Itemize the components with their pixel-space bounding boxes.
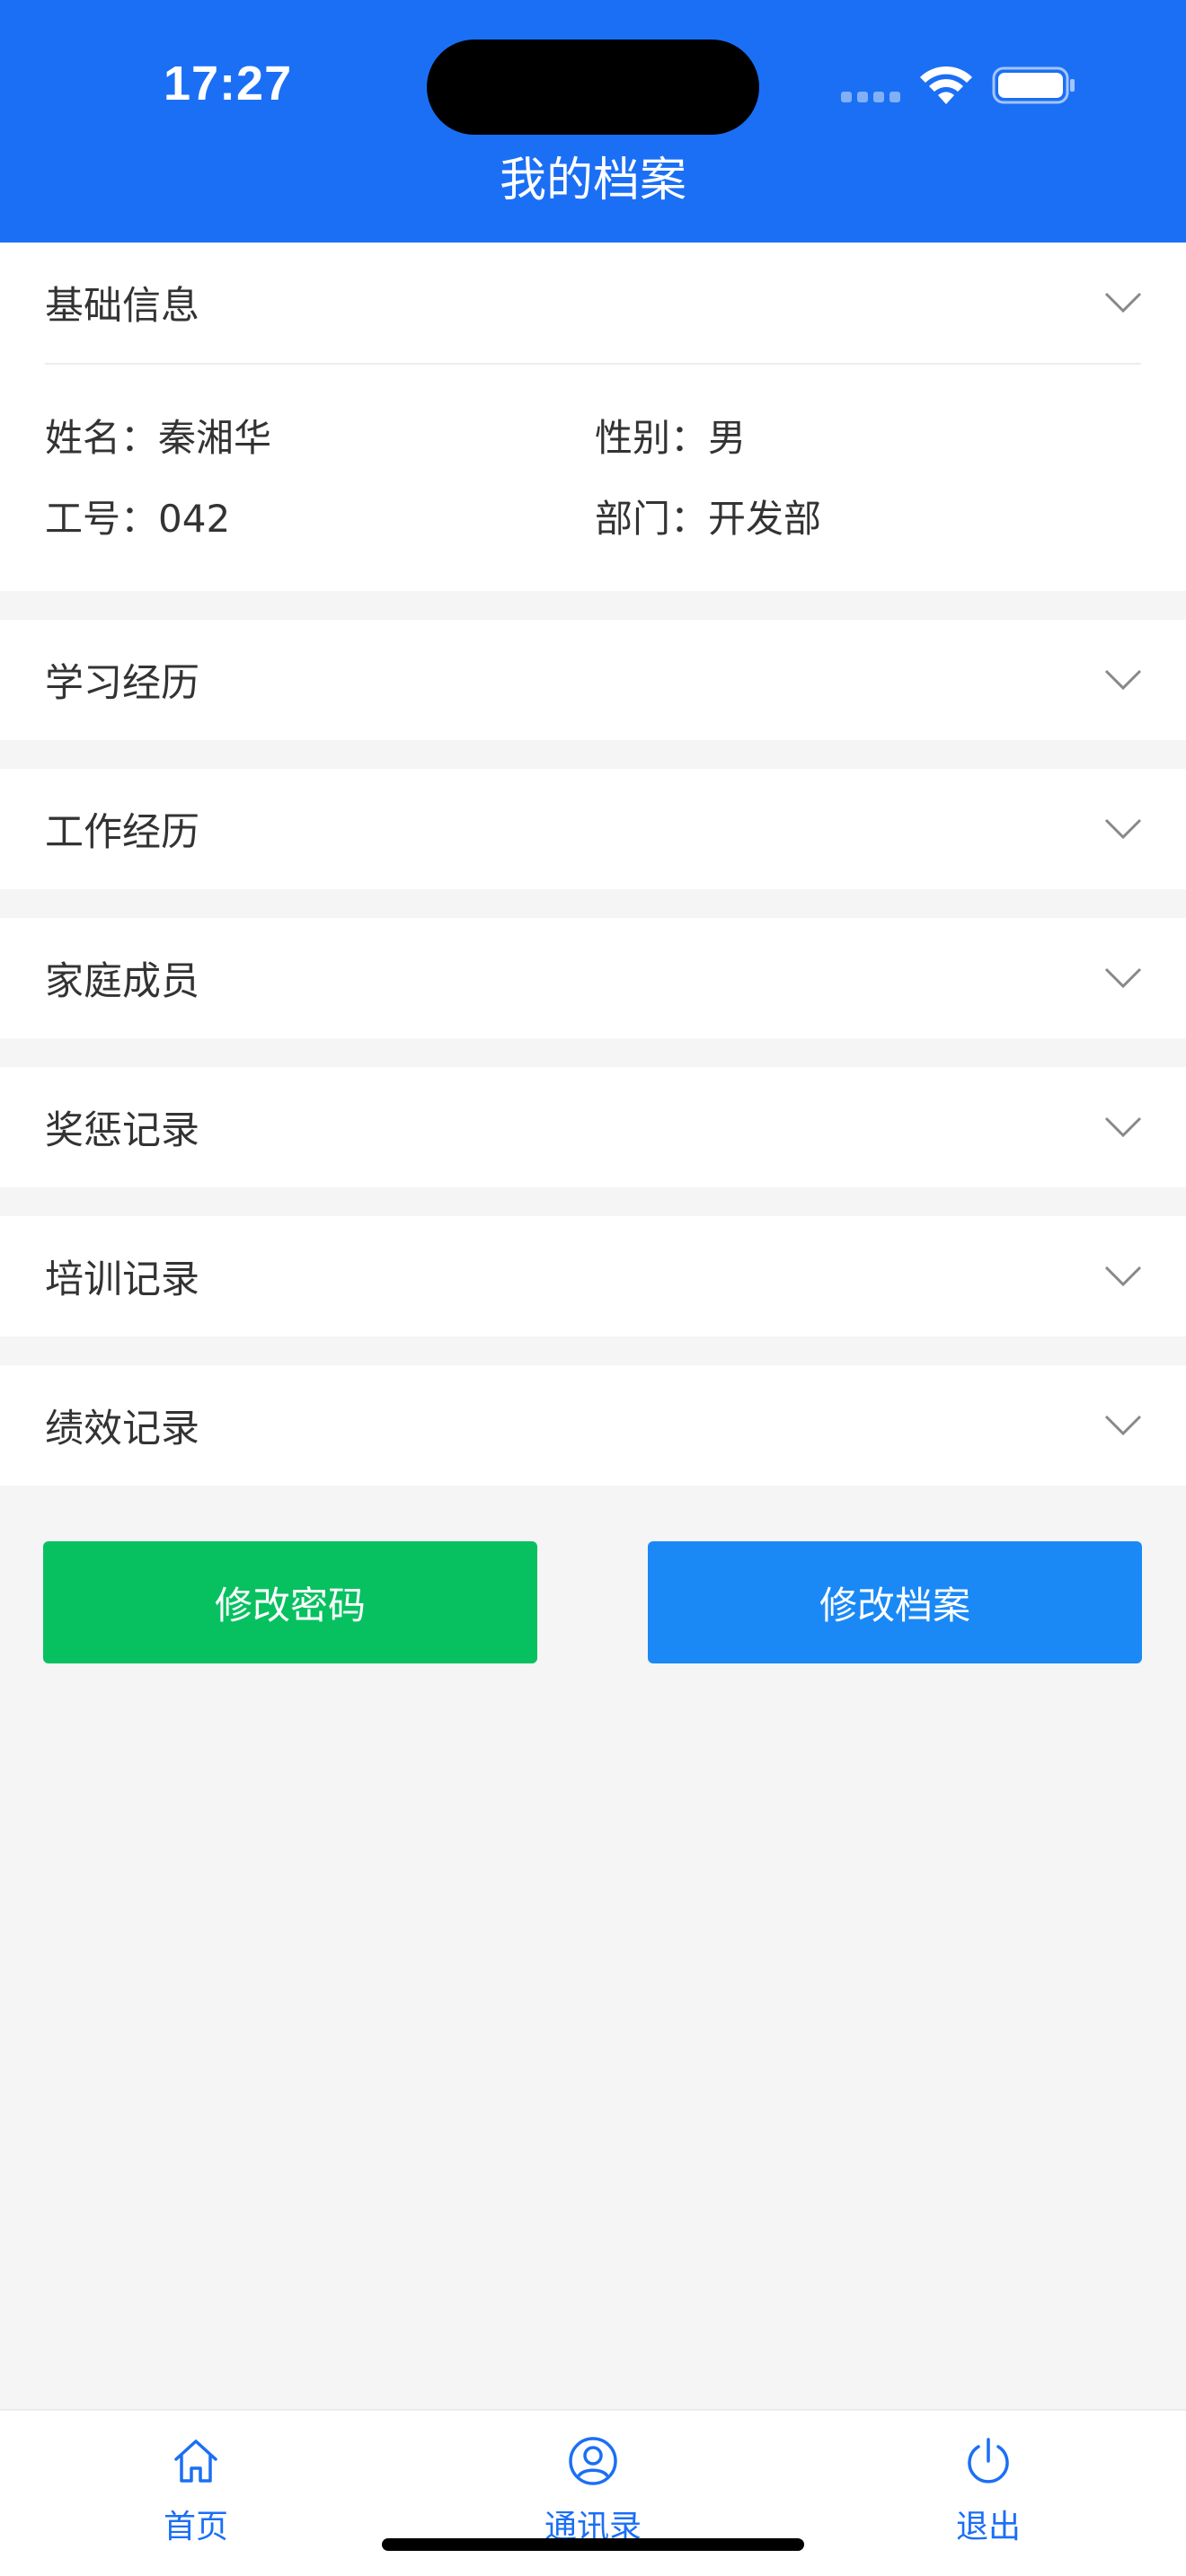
section-title: 培训记录 — [45, 1257, 199, 1302]
chevron-down-icon — [1104, 1415, 1142, 1436]
section-title: 学习经历 — [45, 661, 199, 706]
field-value: 男 — [708, 416, 747, 460]
chevron-down-icon — [1104, 967, 1142, 989]
section-title: 工作经历 — [45, 810, 199, 855]
page-title: 我的档案 — [499, 154, 686, 207]
wifi-icon — [920, 66, 972, 104]
tab-logout[interactable]: 退出 — [898, 2411, 1078, 2576]
tab-contacts[interactable]: 通讯录 — [503, 2411, 683, 2576]
chevron-down-icon — [1104, 292, 1142, 313]
user-circle-icon — [569, 2437, 617, 2485]
change-password-button[interactable]: 修改密码 — [43, 1541, 537, 1663]
tab-home[interactable]: 首页 — [106, 2411, 286, 2576]
department-field: 部门：开发部 — [595, 489, 821, 543]
profile-sections: 基础信息 姓名：秦湘华 性别：男 工号：042 部门：开发部 学习经历 工作经历… — [0, 243, 1186, 1486]
power-icon — [968, 2438, 1009, 2483]
section-performance: 绩效记录 — [0, 1365, 1186, 1486]
chevron-down-icon — [1104, 818, 1142, 840]
section-training: 培训记录 — [0, 1216, 1186, 1337]
section-family: 家庭成员 — [0, 918, 1186, 1038]
dynamic-island — [427, 40, 759, 135]
gender-field: 性别：男 — [595, 408, 746, 463]
edit-profile-button[interactable]: 修改档案 — [648, 1541, 1142, 1663]
section-title: 奖惩记录 — [45, 1108, 199, 1153]
section-header[interactable]: 家庭成员 — [0, 918, 1186, 1038]
field-value: 开发部 — [708, 497, 822, 541]
section-header[interactable]: 奖惩记录 — [0, 1067, 1186, 1187]
home-indicator[interactable] — [382, 2538, 804, 2551]
section-work-experience: 工作经历 — [0, 769, 1186, 889]
screen: 17:27 我的档案 基础信息 姓名：秦湘华 性别：男 工号：042 部门：开发… — [0, 0, 1186, 2576]
basic-info-card: 基础信息 姓名：秦湘华 性别：男 工号：042 部门：开发部 — [0, 243, 1186, 591]
chevron-down-icon — [1104, 1266, 1142, 1287]
section-header[interactable]: 工作经历 — [0, 769, 1186, 889]
section-header[interactable]: 绩效记录 — [0, 1365, 1186, 1486]
field-label: 姓名： — [45, 416, 159, 460]
battery-icon — [992, 66, 1075, 104]
chevron-down-icon — [1104, 669, 1142, 691]
tab-label: 退出 — [955, 2509, 1021, 2545]
basic-info-header[interactable]: 基础信息 — [0, 243, 1186, 363]
section-rewards: 奖惩记录 — [0, 1067, 1186, 1187]
employee-id-field: 工号：042 — [45, 489, 230, 543]
section-header[interactable]: 学习经历 — [0, 620, 1186, 740]
header-bar: 17:27 我的档案 — [0, 0, 1186, 243]
field-value: 秦湘华 — [158, 416, 272, 460]
section-title: 家庭成员 — [45, 959, 199, 1004]
home-icon — [174, 2439, 217, 2483]
cellular-signal-icon — [841, 92, 902, 102]
chevron-down-icon — [1104, 1116, 1142, 1138]
field-value: 042 — [158, 497, 231, 541]
field-label: 部门： — [595, 497, 709, 541]
status-time: 17:27 — [164, 57, 293, 110]
field-label: 工号： — [45, 497, 159, 541]
basic-info-fields: 姓名：秦湘华 性别：男 工号：042 部门：开发部 — [0, 365, 1186, 568]
section-education: 学习经历 — [0, 620, 1186, 740]
tab-bar: 首页 通讯录 退出 — [0, 2409, 1186, 2576]
section-title: 绩效记录 — [45, 1407, 199, 1451]
section-header[interactable]: 培训记录 — [0, 1216, 1186, 1337]
tab-label: 首页 — [163, 2509, 228, 2545]
name-field: 姓名：秦湘华 — [45, 408, 271, 463]
section-title: 基础信息 — [45, 284, 199, 329]
field-label: 性别： — [595, 416, 709, 460]
